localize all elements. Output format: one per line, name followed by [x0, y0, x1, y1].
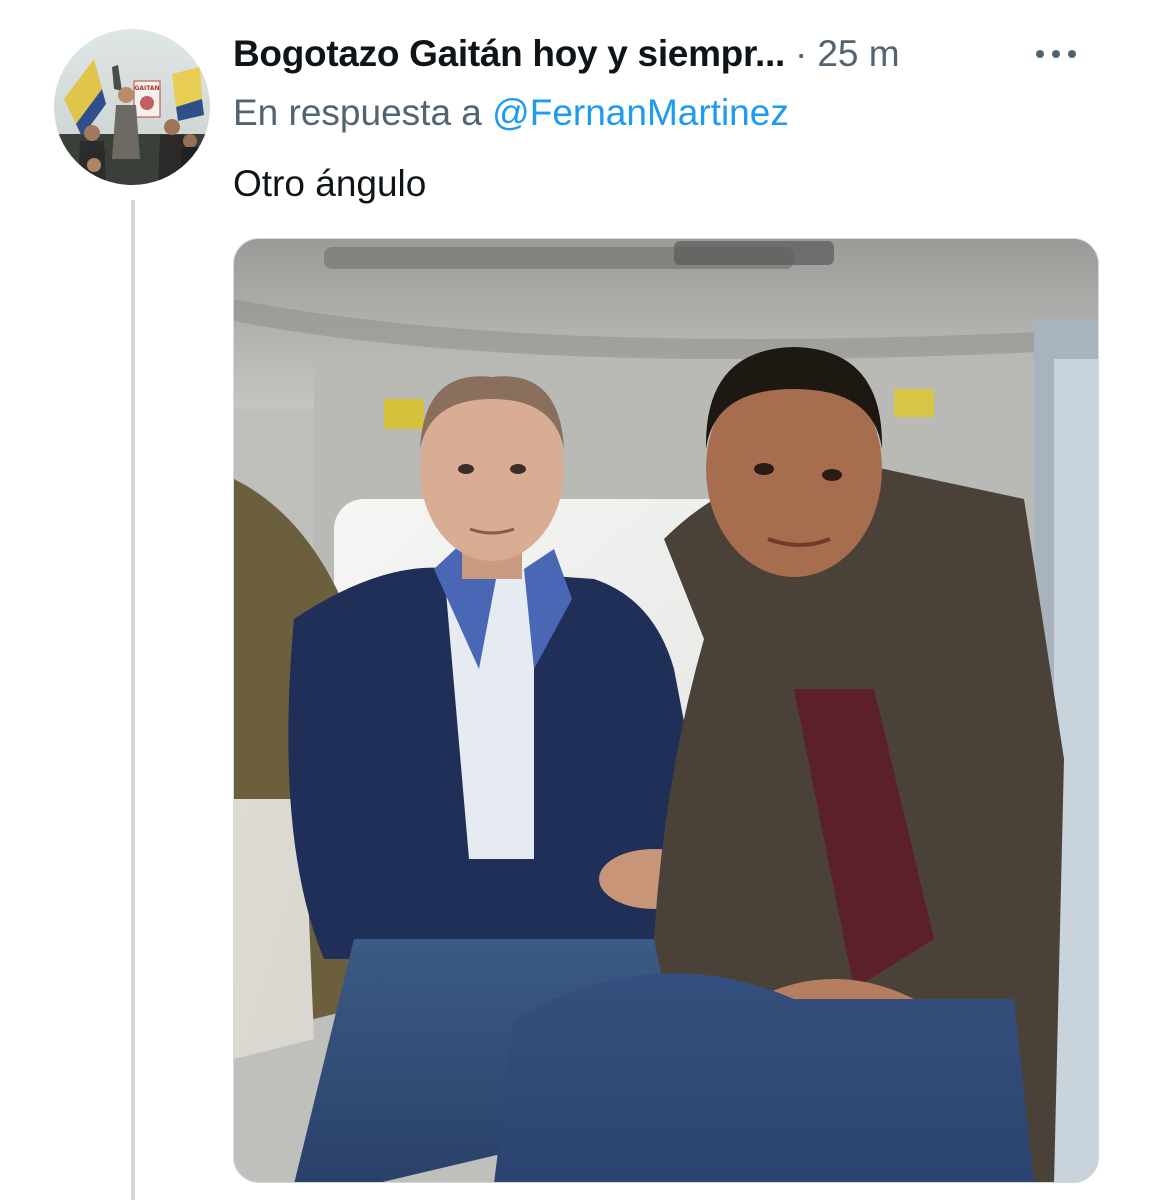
- tweet-photo[interactable]: [233, 238, 1099, 1183]
- reply-mention-link[interactable]: @FernanMartinez: [492, 92, 789, 133]
- tweet[interactable]: GAITAN Bogotazo Gaitán hoy y siempr... ·…: [0, 0, 1154, 1200]
- reply-prefix: En respuesta a: [233, 92, 493, 133]
- more-button[interactable]: [1026, 36, 1086, 72]
- thread-line: [131, 200, 135, 1200]
- author-name[interactable]: Bogotazo Gaitán hoy y siempr...: [233, 33, 785, 75]
- tweet-text: Otro ángulo: [233, 163, 427, 204]
- reply-context: En respuesta a @FernanMartinez: [233, 92, 789, 134]
- avatar-column: GAITAN: [54, 29, 210, 185]
- meta-separator: ·: [794, 33, 808, 74]
- timestamp[interactable]: 25 m: [817, 33, 899, 75]
- ellipsis-horizontal-icon: [1036, 50, 1076, 58]
- poster-text: GAITAN: [134, 85, 159, 92]
- avatar[interactable]: GAITAN: [54, 29, 210, 185]
- tweet-header: Bogotazo Gaitán hoy y siempr... · 25 m: [233, 28, 1114, 80]
